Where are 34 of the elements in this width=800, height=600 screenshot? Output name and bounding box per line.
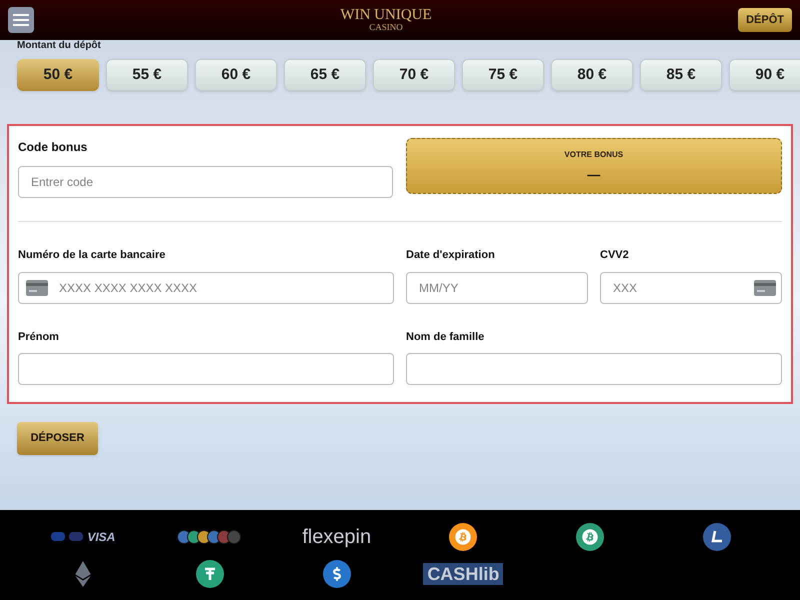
coins-icon	[176, 530, 243, 544]
amount-option[interactable]: 70 €	[373, 59, 455, 91]
bonus-code-field[interactable]: Entrer code	[18, 166, 392, 198]
expiry-field[interactable]: MM/YY	[406, 272, 588, 304]
casino-logo: WIN UNIQUE CASINO	[340, 8, 432, 32]
field-label: Nom de famille	[406, 330, 486, 344]
flexepin-logo: flexepin	[302, 524, 372, 550]
amount-option[interactable]: 75 €	[462, 59, 544, 91]
amount-option[interactable]: 50 €	[17, 59, 99, 91]
field-label: Numéro de la carte bancaire	[18, 248, 166, 263]
amount-option[interactable]: 80 €	[551, 59, 633, 91]
ticket-title: VOTRE BONUS	[564, 149, 624, 161]
card-icon	[26, 280, 48, 296]
deposit-button[interactable]: DÉPÔT	[738, 8, 792, 32]
amount-label: Montant du dépôt	[16, 40, 102, 52]
cvv-field[interactable]: XXX	[600, 272, 782, 304]
amount-option[interactable]: 65 €	[284, 59, 366, 91]
ticket-value: —	[587, 166, 600, 184]
cards-icon	[754, 280, 776, 296]
cashlib-logo: CASHlib	[423, 562, 504, 584]
field-label: Prénom	[18, 330, 60, 344]
amount-option[interactable]: 60 €	[195, 59, 277, 91]
last-name-field[interactable]	[406, 353, 782, 385]
first-name-field[interactable]	[18, 353, 394, 385]
amount-option[interactable]: 85 €	[640, 59, 722, 91]
field-label: Code bonus	[18, 139, 88, 156]
amount-option[interactable]: 55 €	[106, 59, 188, 91]
card-logos: VISA	[51, 528, 116, 546]
card-number-field[interactable]: XXXX XXXX XXXX XXXX	[18, 272, 394, 304]
amount-option[interactable]: 90 €	[729, 59, 800, 91]
field-label: Date d'expiration	[406, 248, 496, 263]
field-label: CVV2	[600, 248, 630, 263]
submit-button[interactable]: DÉPOSER	[17, 422, 98, 455]
menu-button[interactable]	[8, 7, 34, 33]
